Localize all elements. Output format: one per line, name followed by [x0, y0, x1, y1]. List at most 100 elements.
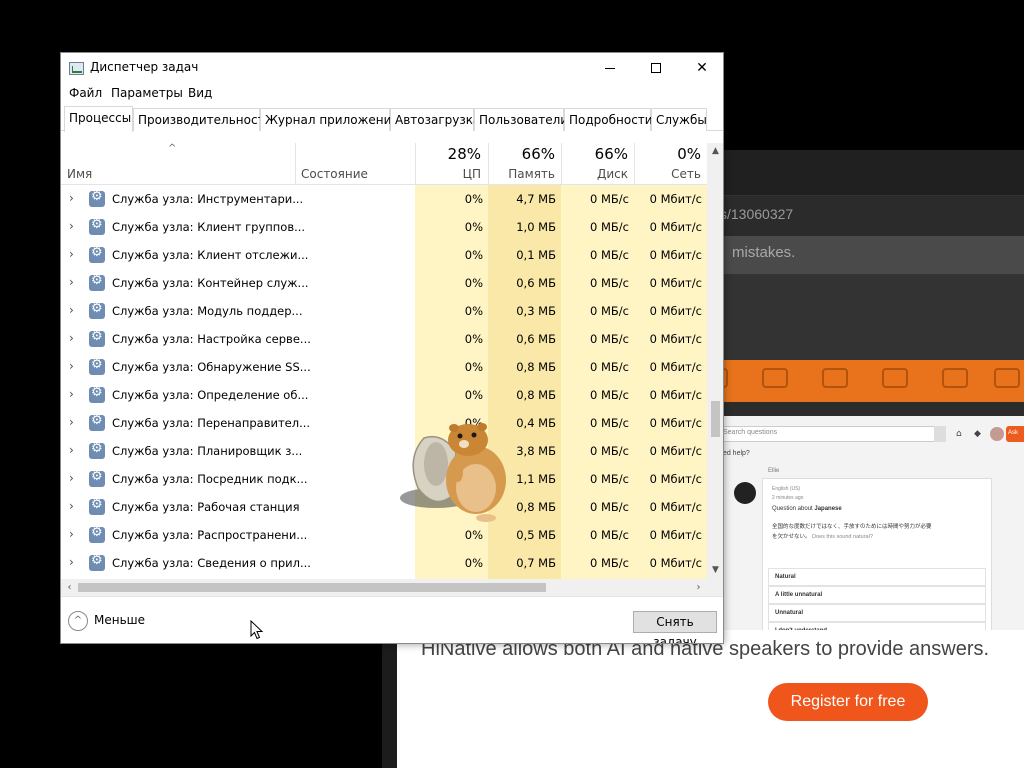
window-title: Диспетчер задач [90, 60, 199, 74]
process-row[interactable]: ›Служба узла: Перенаправител...0%0,4 МБ0… [61, 409, 707, 437]
hamster-sticker [400, 423, 506, 522]
minimize-button[interactable] [587, 53, 633, 83]
expand-chevron-icon[interactable]: › [69, 471, 74, 485]
process-row[interactable]: ›Служба узла: Рабочая станция0%0,8 МБ0 М… [61, 493, 707, 521]
column-cpu-header[interactable]: ЦП [421, 167, 481, 181]
expand-chevron-icon[interactable]: › [69, 499, 74, 513]
disk-cell: 0 МБ/с [590, 556, 629, 570]
process-row[interactable]: › Служба узла: Распространени... 0% 0,5 МБ 0… [61, 521, 707, 549]
mockup-avatar [990, 427, 1004, 441]
column-divider [295, 143, 296, 185]
column-name-header[interactable]: Имя [67, 167, 92, 181]
expand-chevron-icon[interactable]: › [69, 527, 74, 541]
horizontal-scrollbar[interactable]: ‹ › [61, 579, 707, 596]
process-row[interactable]: › Служба узла: Сведения о прил... 0% 0,7 МБ… [61, 549, 707, 577]
menu-options[interactable]: Параметры [111, 86, 183, 100]
service-gear-icon [89, 301, 105, 319]
column-memory-header[interactable]: Память [491, 167, 555, 181]
process-row[interactable]: › Служба узла: Определение об... 0% 0,8 МБ 0… [61, 381, 707, 409]
process-row[interactable]: › Служба узла: Инструментари... 0% 4,7 МБ 0 … [61, 185, 707, 213]
process-row[interactable]: › Служба узла: Модуль поддер... 0% 0,3 МБ 0 … [61, 297, 707, 325]
service-gear-icon [89, 357, 105, 375]
scroll-right-icon[interactable]: › [690, 579, 707, 596]
disk-cell: 0 МБ/с [590, 388, 629, 402]
disk-cell: 0 МБ/с [590, 192, 629, 206]
disk-total-percent[interactable]: 66% [564, 145, 628, 163]
expand-chevron-icon[interactable]: › [69, 303, 74, 317]
mockup-question-line1: 全国的な度数だけではなく、手放すのためには時間や努力が必要 [772, 524, 932, 530]
expand-chevron-icon[interactable]: › [69, 275, 74, 289]
tab-app-history[interactable]: Журнал приложений [260, 108, 399, 131]
bell-icon: ◆ [974, 429, 981, 439]
process-row[interactable]: ›Служба узла: Планировщик з...0%3,8 МБ0 … [61, 437, 707, 465]
maximize-button[interactable] [633, 53, 679, 83]
cpu-cell: 0% [464, 556, 483, 570]
tab-startup[interactable]: Автозагрузка [390, 108, 480, 131]
network-cell: 0 Мбит/с [649, 388, 702, 402]
horizontal-scroll-thumb[interactable] [78, 583, 546, 592]
process-name: Служба узла: Модуль поддер... [112, 304, 303, 318]
cpu-cell: 0% [464, 388, 483, 402]
expand-chevron-icon[interactable]: › [69, 247, 74, 261]
page-faded-text: mistakes. [732, 244, 796, 261]
mockup-user-avatar [734, 482, 756, 504]
process-name: Служба узла: Перенаправител... [112, 416, 311, 430]
column-status-header[interactable]: Состояние [301, 167, 368, 181]
process-row[interactable]: › Служба узла: Клиент группов... 0% 1,0 МБ 0… [61, 213, 707, 241]
scrollbar-corner [707, 579, 723, 596]
fewer-details-link[interactable]: Меньше [94, 613, 145, 627]
process-row[interactable]: › Служба узла: Настройка серве... 0% 0,6 МБ… [61, 325, 707, 353]
mouse-cursor-icon [250, 620, 264, 640]
tab-services[interactable]: Службы [651, 108, 707, 131]
expand-chevron-icon[interactable]: › [69, 219, 74, 233]
mockup-ask-button: Ask [1006, 426, 1024, 442]
tab-performance[interactable]: Производительность [133, 108, 272, 131]
memory-cell: 0,1 МБ [516, 248, 556, 262]
service-gear-icon [89, 329, 105, 347]
process-row[interactable]: › Служба узла: Контейнер служ... 0% 0,6 МБ 0… [61, 269, 707, 297]
column-disk-header[interactable]: Диск [564, 167, 628, 181]
service-gear-icon [89, 413, 105, 431]
column-network-header[interactable]: Сеть [637, 167, 701, 181]
collapse-circle-icon[interactable]: ^ [68, 611, 88, 631]
vertical-scrollbar[interactable]: ▲ ▼ [707, 143, 723, 579]
cpu-total-percent[interactable]: 28% [421, 145, 481, 163]
mockup-user-lang: English (US) [772, 486, 801, 492]
expand-chevron-icon[interactable]: › [69, 415, 74, 429]
memory-cell: 0,3 МБ [516, 304, 556, 318]
network-total-percent[interactable]: 0% [637, 145, 701, 163]
scroll-down-icon[interactable]: ▼ [707, 562, 723, 579]
close-icon: ✕ [696, 60, 708, 76]
menu-file[interactable]: Файл [69, 86, 102, 100]
network-cell: 0 Мбит/с [649, 248, 702, 262]
expand-chevron-icon[interactable]: › [69, 331, 74, 345]
service-gear-icon [89, 385, 105, 403]
memory-total-percent[interactable]: 66% [491, 145, 555, 163]
end-task-button[interactable]: Снять задачу [633, 611, 717, 643]
vertical-scroll-thumb[interactable] [711, 401, 720, 437]
tab-details[interactable]: Подробности [564, 108, 653, 131]
cpu-cell: 0% [464, 192, 483, 206]
tab-processes[interactable]: Процессы [64, 106, 133, 132]
expand-chevron-icon[interactable]: › [69, 387, 74, 401]
close-button[interactable]: ✕ [679, 53, 723, 83]
process-row[interactable]: ›Служба узла: Посредник подк...0%1,1 МБ0… [61, 465, 707, 493]
process-row[interactable]: › Служба узла: Клиент отслежи... 0% 0,1 МБ 0… [61, 241, 707, 269]
expand-chevron-icon[interactable]: › [69, 191, 74, 205]
title-bar[interactable]: Диспетчер задач ✕ [61, 53, 723, 83]
scroll-left-icon[interactable]: ‹ [61, 579, 78, 596]
service-gear-icon [89, 469, 105, 487]
register-button[interactable]: Register for free [768, 683, 928, 721]
network-cell: 0 Мбит/с [649, 528, 702, 542]
disk-cell: 0 МБ/с [590, 500, 629, 514]
process-row[interactable]: › Служба узла: Обнаружение SS... 0% 0,8 МБ 0… [61, 353, 707, 381]
tab-users[interactable]: Пользователи [474, 108, 568, 131]
scroll-up-icon[interactable]: ▲ [707, 143, 723, 160]
disk-cell: 0 МБ/с [590, 304, 629, 318]
expand-chevron-icon[interactable]: › [69, 359, 74, 373]
maximize-icon [651, 63, 661, 73]
menu-view[interactable]: Вид [188, 86, 212, 100]
signup-panel: HiNative allows both AI and native speak… [397, 630, 1024, 768]
expand-chevron-icon[interactable]: › [69, 443, 74, 457]
expand-chevron-icon[interactable]: › [69, 555, 74, 569]
